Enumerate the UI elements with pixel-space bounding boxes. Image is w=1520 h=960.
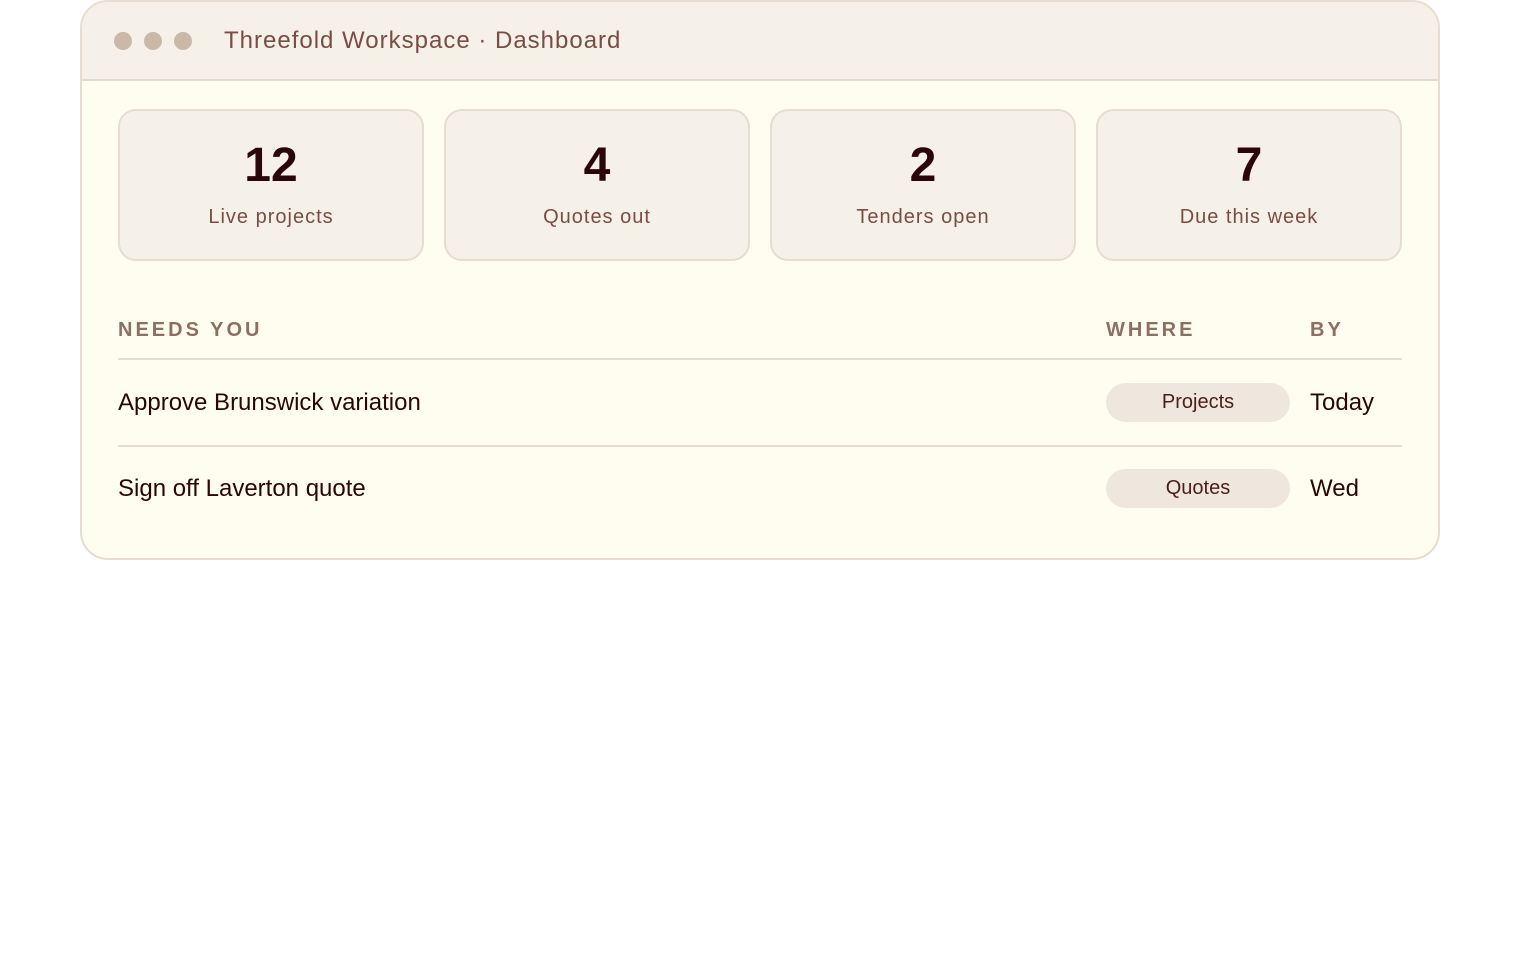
- stat-label: Due this week: [1179, 205, 1319, 228]
- needs-you-table: NEEDS YOU WHERE BY Approve Brunswick var…: [118, 302, 1402, 530]
- minimize-window-button[interactable]: [144, 31, 162, 50]
- window-controls: [114, 31, 192, 50]
- stats-row: 12 Live projects 4 Quotes out 2 Tenders …: [118, 109, 1402, 261]
- stat-value: 4: [583, 138, 611, 192]
- table-row[interactable]: Sign off Laverton quote Quotes Wed: [118, 445, 1402, 530]
- where-cell: Quotes: [1106, 469, 1310, 508]
- header-where: WHERE: [1106, 318, 1196, 341]
- close-window-button[interactable]: [114, 31, 132, 50]
- app-window: Threefold Workspace · Dashboard 12 Live …: [80, 0, 1440, 560]
- stat-value: 2: [909, 138, 937, 192]
- table-header: NEEDS YOU WHERE BY: [118, 302, 1402, 360]
- stat-label: Tenders open: [856, 205, 990, 228]
- stat-label: Live projects: [208, 205, 334, 228]
- stat-card-live-projects[interactable]: 12 Live projects: [118, 109, 424, 261]
- where-pill[interactable]: Quotes: [1106, 469, 1290, 508]
- title-bar: Threefold Workspace · Dashboard: [82, 2, 1438, 81]
- task-label: Approve Brunswick variation: [118, 388, 421, 416]
- window-title: Threefold Workspace · Dashboard: [224, 26, 622, 54]
- where-cell: Projects: [1106, 383, 1310, 422]
- where-pill[interactable]: Projects: [1106, 383, 1290, 422]
- stat-card-due-this-week[interactable]: 7 Due this week: [1096, 109, 1402, 261]
- header-by: BY: [1310, 318, 1344, 341]
- due-label: Wed: [1310, 474, 1359, 502]
- stat-card-quotes-out[interactable]: 4 Quotes out: [444, 109, 750, 261]
- due-label: Today: [1310, 388, 1375, 416]
- table-row[interactable]: Approve Brunswick variation Projects Tod…: [118, 360, 1402, 445]
- stat-label: Quotes out: [543, 205, 651, 228]
- stat-value: 12: [244, 138, 298, 192]
- task-label: Sign off Laverton quote: [118, 474, 366, 502]
- maximize-window-button[interactable]: [174, 31, 192, 50]
- stat-value: 7: [1235, 138, 1263, 192]
- stat-card-tenders-open[interactable]: 2 Tenders open: [770, 109, 1076, 261]
- header-needs-you: NEEDS YOU: [118, 318, 263, 341]
